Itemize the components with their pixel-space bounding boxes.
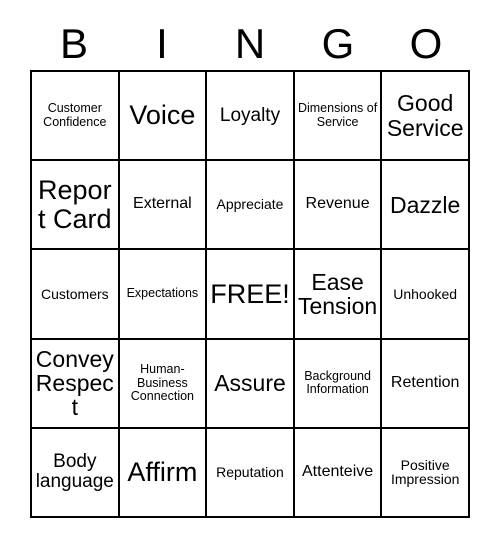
bingo-cell-label: Retention xyxy=(390,373,460,391)
bingo-cell-label: Convey Respect xyxy=(35,345,114,421)
bingo-cell[interactable]: Ease Tension xyxy=(294,250,383,340)
bingo-cell[interactable]: Dimensions of Service xyxy=(294,72,383,162)
bingo-cell[interactable]: Affirm xyxy=(119,428,208,519)
bingo-cell[interactable]: Attenteive xyxy=(294,428,383,519)
bingo-row: Report Card External Appreciate Revenue … xyxy=(32,161,470,251)
bingo-cell-label: Good Service xyxy=(386,90,464,141)
bingo-cell-label: Ease Tension xyxy=(297,268,378,319)
bingo-cell[interactable]: Expectations xyxy=(119,250,208,340)
bingo-cell[interactable]: Voice xyxy=(119,72,208,162)
bingo-cell[interactable]: Retention xyxy=(382,339,470,429)
bingo-cell-label: Human-Business Connection xyxy=(130,362,195,403)
bingo-cell-label: Appreciate xyxy=(216,196,284,213)
bingo-cell[interactable]: Report Card xyxy=(32,161,120,251)
bingo-cell-label: Body language xyxy=(35,451,114,493)
bingo-cell[interactable]: Human-Business Connection xyxy=(119,339,208,429)
bingo-cell[interactable]: Body language xyxy=(32,428,120,519)
bingo-cell[interactable]: Unhooked xyxy=(382,250,470,340)
bingo-row: Body language Affirm Reputation Attentei… xyxy=(32,428,470,519)
bingo-row: Customers Expectations FREE! Ease Tensio… xyxy=(32,250,470,340)
bingo-cell[interactable]: Background Information xyxy=(294,339,383,429)
bingo-cell-label: Dazzle xyxy=(390,191,461,218)
bingo-cell-label: Positive Impression xyxy=(390,456,460,488)
bingo-grid: Customer Confidence Voice Loyalty Dimens… xyxy=(30,70,470,519)
bingo-cell-label: Background Information xyxy=(304,368,371,397)
bingo-cell-label: Customers xyxy=(40,285,109,302)
bingo-cell[interactable]: Positive Impression xyxy=(382,428,470,519)
bingo-header-letter-b: B xyxy=(59,20,88,67)
bingo-cell-label: Reputation xyxy=(216,464,284,480)
bingo-cell-label: Voice xyxy=(129,100,196,131)
bingo-cell[interactable]: Good Service xyxy=(382,72,470,162)
bingo-cell-label: Attenteive xyxy=(302,462,374,480)
bingo-cell-label: Dimensions of Service xyxy=(297,101,378,129)
bingo-cell-label: External xyxy=(133,195,192,213)
bingo-cell-label: Report Card xyxy=(38,175,112,234)
bingo-header-row: B I N G O xyxy=(30,18,470,70)
bingo-cell-label: Expectations xyxy=(126,286,199,301)
bingo-cell-label: Revenue xyxy=(305,195,370,213)
bingo-header-letter-g: G xyxy=(321,20,355,67)
bingo-header-letter-i: I xyxy=(156,20,168,67)
bingo-cell[interactable]: Loyalty xyxy=(207,72,295,162)
bingo-header-letter-n: N xyxy=(234,20,266,67)
bingo-cell[interactable]: Assure xyxy=(207,339,295,429)
bingo-header-letter-o: O xyxy=(409,20,443,67)
bingo-cell[interactable]: Convey Respect xyxy=(32,339,120,429)
bingo-cell[interactable]: Customers xyxy=(32,250,120,340)
bingo-cell[interactable]: Customer Confidence xyxy=(32,72,120,162)
bingo-card: B I N G O Customer Confidence Voice Loya… xyxy=(0,0,500,544)
bingo-row: Convey Respect Human-Business Connection… xyxy=(32,339,470,429)
bingo-cell[interactable]: Revenue xyxy=(294,161,383,251)
bingo-cell-label: Loyalty xyxy=(219,104,281,126)
bingo-cell[interactable]: Appreciate xyxy=(207,161,295,251)
bingo-cell-label: FREE! xyxy=(210,278,290,309)
bingo-cell-free[interactable]: FREE! xyxy=(207,250,295,340)
bingo-cell[interactable]: Reputation xyxy=(207,428,295,519)
bingo-row: Customer Confidence Voice Loyalty Dimens… xyxy=(32,72,470,162)
bingo-cell-label: Affirm xyxy=(127,457,198,488)
bingo-cell-label: Assure xyxy=(214,370,286,397)
bingo-cell[interactable]: External xyxy=(119,161,208,251)
bingo-cell[interactable]: Dazzle xyxy=(382,161,470,251)
bingo-cell-label: Customer Confidence xyxy=(43,101,107,129)
bingo-cell-label: Unhooked xyxy=(393,285,458,302)
